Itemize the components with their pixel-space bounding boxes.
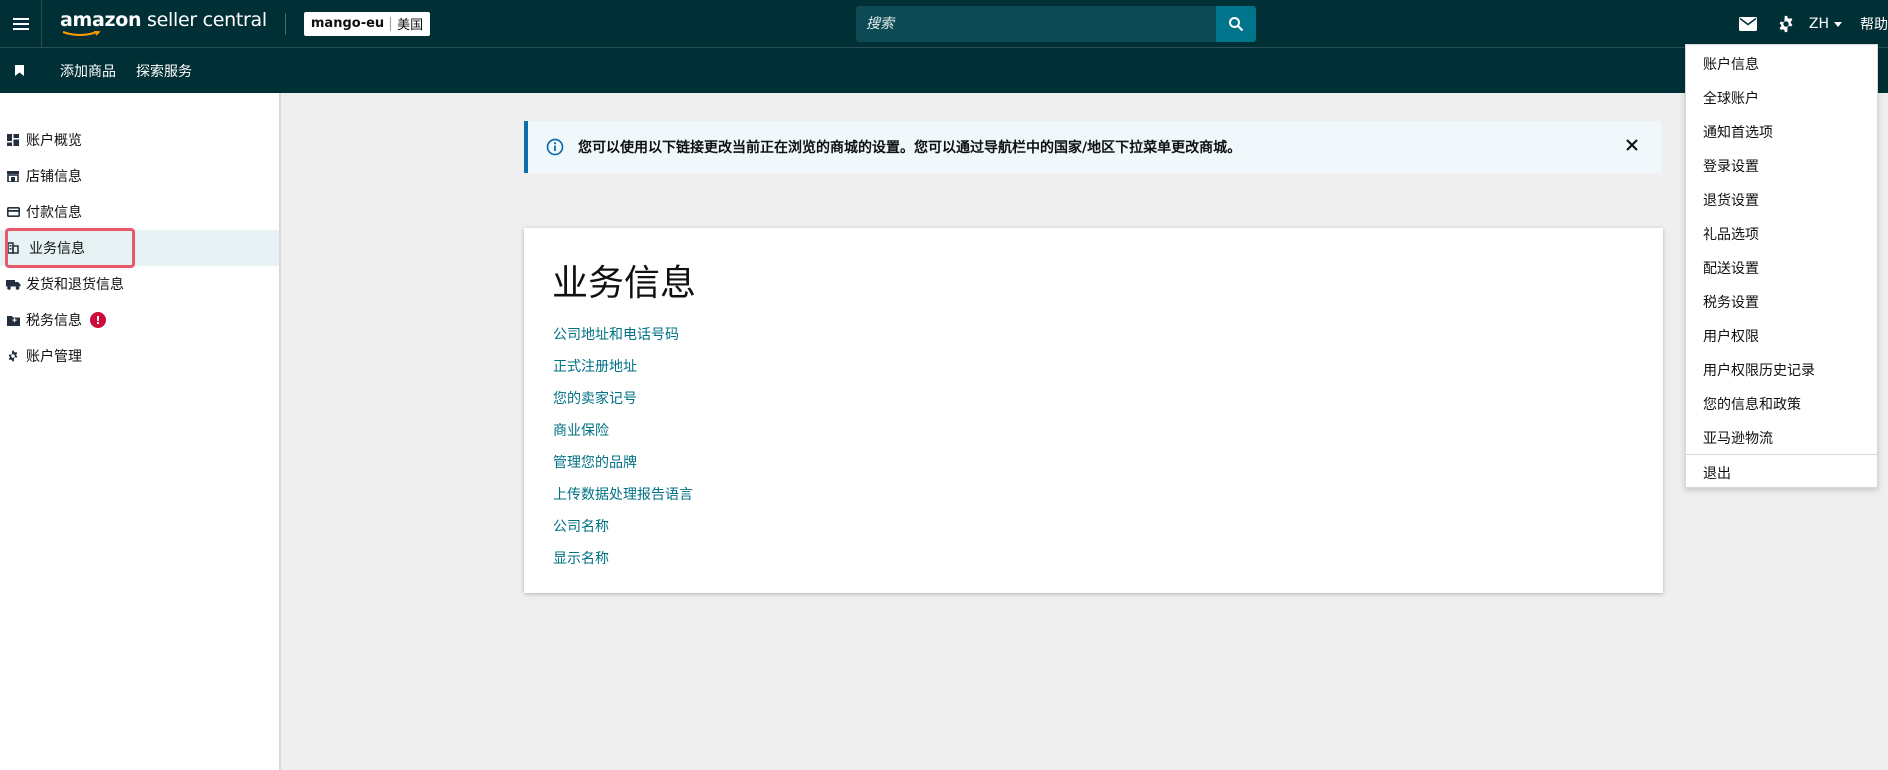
sidebar-item-business-info[interactable]: 业务信息 [0, 230, 279, 266]
menu-item-user-permissions[interactable]: 用户权限 [1703, 326, 1759, 346]
sidebar-item-store-info[interactable]: 店铺信息 [0, 158, 279, 194]
sidebar-item-shipping-returns[interactable]: 发货和退货信息 [0, 266, 279, 302]
tax-folder-icon [6, 315, 20, 326]
link-manage-brands[interactable]: 管理您的品牌 [553, 452, 637, 472]
secondary-navigation-bar: 添加商品 探索服务 [0, 48, 1888, 93]
link-registered-address[interactable]: 正式注册地址 [553, 356, 637, 376]
credit-card-icon [6, 207, 20, 217]
store-chip-separator [390, 16, 392, 31]
menu-item-global-accounts[interactable]: 全球账户 [1703, 88, 1759, 108]
settings-button[interactable] [1767, 0, 1805, 48]
settings-sidebar: 账户概览 店铺信息 付款信息 业务信息 发货和退货信息 税务信息 ! 账户管理 [0, 93, 281, 770]
menu-item-login-settings[interactable]: 登录设置 [1703, 156, 1759, 176]
hamburger-menu-button[interactable] [0, 0, 42, 48]
menu-divider [1686, 454, 1877, 455]
menu-item-account-info[interactable]: 账户信息 [1703, 54, 1759, 74]
menu-item-your-info-policies[interactable]: 您的信息和政策 [1703, 394, 1801, 414]
menu-icon [12, 17, 29, 30]
amazon-seller-central-logo[interactable]: amazon seller central [60, 8, 267, 37]
sidebar-item-payment-info[interactable]: 付款信息 [0, 194, 279, 230]
menu-item-fulfillment-by-amazon[interactable]: 亚马逊物流 [1703, 428, 1773, 448]
subnav-explore-services[interactable]: 探索服务 [136, 61, 192, 81]
menu-item-notification-preferences[interactable]: 通知首选项 [1703, 122, 1773, 142]
settings-dropdown-menu: 账户信息 全球账户 通知首选项 登录设置 退货设置 礼品选项 配送设置 税务设置… [1685, 44, 1878, 488]
dashboard-icon [7, 134, 19, 146]
logo-brand: amazon [60, 8, 142, 31]
store-icon [7, 170, 19, 182]
business-icon [7, 242, 19, 254]
sidebar-item-account-overview[interactable]: 账户概览 [0, 122, 279, 158]
menu-item-shipping-settings[interactable]: 配送设置 [1703, 258, 1759, 278]
close-icon [1626, 139, 1638, 151]
top-right-controls: ZH 帮助 [1729, 0, 1888, 48]
alert-badge: ! [90, 312, 106, 328]
banner-close-button[interactable] [1625, 137, 1639, 156]
menu-item-logout[interactable]: 退出 [1703, 463, 1731, 483]
business-info-card: 业务信息 公司地址和电话号码 正式注册地址 您的卖家记号 商业保险 管理您的品牌… [524, 228, 1663, 593]
store-marketplace-selector[interactable]: mango-eu 美国 [303, 11, 431, 36]
info-banner: 您可以使用以下链接更改当前正在浏览的商城的设置。您可以通过导航栏中的国家/地区下… [524, 121, 1661, 173]
link-company-address-phone[interactable]: 公司地址和电话号码 [553, 324, 679, 344]
logo-product: seller central [147, 8, 267, 31]
page-title: 业务信息 [552, 263, 697, 304]
sidebar-item-label: 发货和退货信息 [26, 277, 124, 293]
sidebar-item-label: 账户概览 [26, 133, 82, 149]
sidebar-item-label: 税务信息 [26, 313, 82, 329]
search-bar [856, 6, 1256, 42]
amazon-smile-icon [62, 30, 101, 36]
search-input[interactable] [856, 6, 1216, 42]
subnav-add-product[interactable]: 添加商品 [60, 61, 116, 81]
sidebar-item-label: 付款信息 [26, 205, 82, 221]
banner-message: 您可以使用以下链接更改当前正在浏览的商城的设置。您可以通过导航栏中的国家/地区下… [578, 140, 1242, 156]
store-name: mango-eu [310, 16, 385, 31]
sidebar-item-label: 店铺信息 [26, 169, 82, 185]
top-navigation-bar: amazon seller central mango-eu 美国 ZH 帮助 [0, 0, 1888, 48]
gear-icon [8, 350, 18, 362]
logo-divider [284, 12, 286, 35]
mail-icon [1738, 17, 1757, 31]
chevron-down-icon [1834, 21, 1842, 27]
menu-item-tax-settings[interactable]: 税务设置 [1703, 292, 1759, 312]
help-link[interactable]: 帮助 [1860, 14, 1888, 34]
bookmark-icon [14, 65, 24, 76]
sidebar-item-tax-info[interactable]: 税务信息 ! [0, 302, 279, 338]
link-business-insurance[interactable]: 商业保险 [553, 420, 609, 440]
menu-item-gift-options[interactable]: 礼品选项 [1703, 224, 1759, 244]
bookmark-button[interactable] [0, 65, 38, 76]
messages-button[interactable] [1729, 0, 1767, 48]
sidebar-item-label: 账户管理 [26, 349, 82, 365]
link-data-processing-report-language[interactable]: 上传数据处理报告语言 [553, 484, 693, 504]
language-label: ZH [1808, 16, 1829, 32]
link-seller-token[interactable]: 您的卖家记号 [553, 388, 637, 408]
link-company-name[interactable]: 公司名称 [553, 516, 609, 536]
menu-item-user-permissions-history[interactable]: 用户权限历史记录 [1703, 360, 1815, 380]
info-icon [546, 138, 564, 156]
search-button[interactable] [1216, 6, 1256, 42]
language-selector[interactable]: ZH [1809, 16, 1842, 32]
truck-icon [5, 279, 20, 290]
link-display-name[interactable]: 显示名称 [553, 548, 609, 568]
store-region: 美国 [397, 18, 424, 33]
sidebar-item-account-management[interactable]: 账户管理 [0, 338, 279, 374]
sidebar-item-label: 业务信息 [29, 241, 85, 257]
menu-item-return-settings[interactable]: 退货设置 [1703, 190, 1759, 210]
search-icon [1229, 17, 1244, 32]
gear-icon [1779, 15, 1793, 33]
